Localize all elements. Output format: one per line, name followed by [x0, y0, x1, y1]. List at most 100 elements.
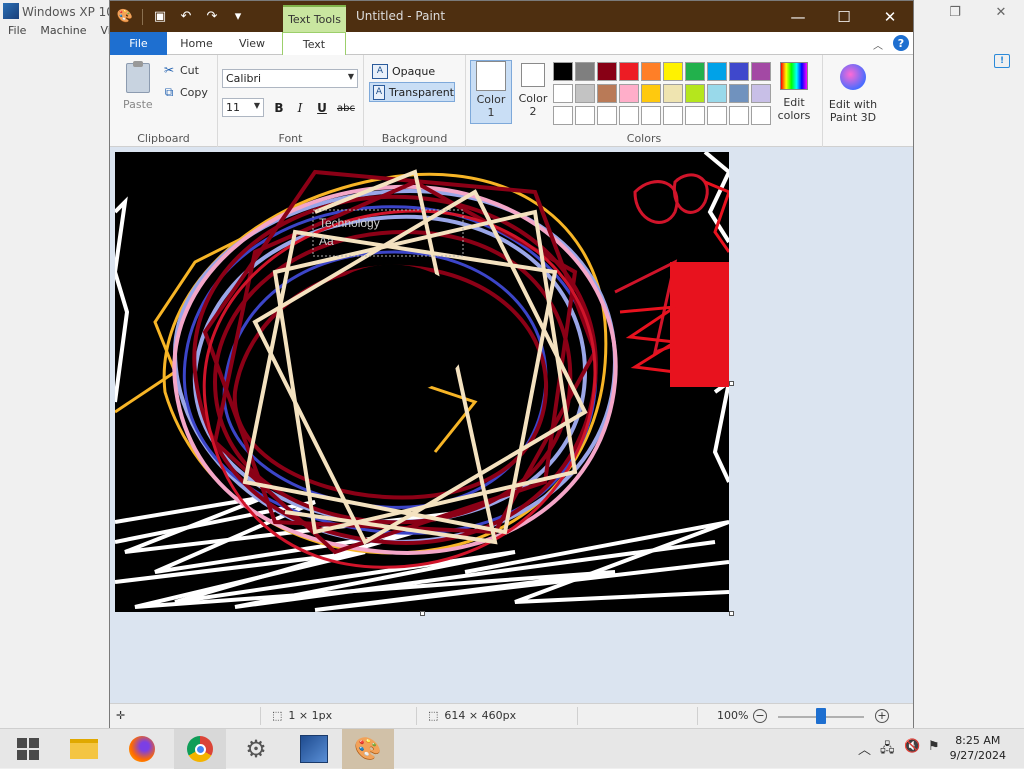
tab-file[interactable]: File: [110, 32, 167, 55]
clock-time: 8:25 AM: [955, 734, 1001, 747]
palette-color-swatch[interactable]: [553, 84, 573, 103]
paint3d-line2: Paint 3D: [829, 111, 877, 124]
tab-text[interactable]: Text: [282, 32, 346, 56]
status-separator: [697, 707, 698, 725]
undo-icon[interactable]: ↶: [177, 8, 195, 26]
color2-label-line2: 2: [529, 105, 537, 118]
clipboard-group: Paste ✂ Cut ⧉ Copy Clipboard: [110, 55, 218, 147]
resize-handle-bottom[interactable]: [420, 611, 425, 616]
maximize-icon[interactable]: ☐: [821, 1, 867, 32]
cut-label: Cut: [180, 63, 199, 77]
zoom-in-button[interactable]: +: [875, 709, 889, 723]
collapse-ribbon-icon[interactable]: ︿: [873, 37, 883, 52]
customize-qat-icon[interactable]: ▾: [229, 8, 247, 26]
palette-color-swatch[interactable]: [597, 106, 617, 125]
close-icon[interactable]: ✕: [867, 1, 913, 32]
palette-color-swatch[interactable]: [707, 84, 727, 103]
paint-app-icon[interactable]: 🎨: [116, 8, 134, 26]
palette-color-swatch[interactable]: [575, 84, 595, 103]
palette-color-swatch[interactable]: [619, 84, 639, 103]
redo-icon[interactable]: ↷: [203, 8, 221, 26]
palette-color-swatch[interactable]: [729, 84, 749, 103]
chrome-icon: [187, 736, 213, 762]
color1-button[interactable]: Color 1: [470, 60, 512, 124]
edit-with-paint3d-button[interactable]: Edit with Paint 3D: [823, 62, 883, 124]
copy-label: Copy: [180, 85, 208, 99]
palette-color-swatch[interactable]: [685, 62, 705, 81]
palette-color-swatch[interactable]: [685, 106, 705, 125]
palette-color-swatch[interactable]: [729, 106, 749, 125]
status-bar: ✛ ⬚ 1 × 1px ⬚ 614 × 460px 100% − +: [110, 703, 913, 728]
start-button[interactable]: [2, 729, 54, 769]
paint-window: 🎨 ▣ ↶ ↷ ▾ Text Tools Untitled - Paint — …: [109, 0, 914, 728]
opaque-option[interactable]: A Opaque: [369, 61, 455, 81]
font-size-select[interactable]: 11 ▼: [222, 98, 264, 117]
zoom-out-button[interactable]: −: [753, 709, 767, 723]
palette-color-swatch[interactable]: [707, 62, 727, 81]
tab-view[interactable]: View: [226, 32, 278, 55]
strikethrough-button[interactable]: abc: [334, 99, 358, 117]
palette-color-swatch[interactable]: [553, 106, 573, 125]
taskbar-settings[interactable]: ⚙: [230, 729, 282, 769]
palette-color-swatch[interactable]: [663, 62, 683, 81]
virtualbox-window-controls: ❐ ✕: [932, 0, 1024, 24]
tab-home[interactable]: Home: [168, 32, 225, 55]
palette-color-swatch[interactable]: [641, 106, 661, 125]
font-family-select[interactable]: Calibri ▼: [222, 69, 358, 88]
paste-button[interactable]: Paste: [123, 98, 153, 111]
volume-muted-icon[interactable]: 🔇: [904, 739, 920, 754]
drawing-canvas[interactable]: Technology Aa: [115, 152, 729, 612]
palette-color-swatch[interactable]: [729, 62, 749, 81]
canvas-text-line2[interactable]: Aa: [319, 234, 334, 248]
palette-color-swatch[interactable]: [597, 84, 617, 103]
palette-color-swatch[interactable]: [575, 62, 595, 81]
cut-button[interactable]: ✂ Cut: [162, 63, 199, 77]
help-icon[interactable]: ?: [893, 35, 909, 51]
palette-color-swatch[interactable]: [663, 84, 683, 103]
color2-swatch: [521, 63, 545, 87]
palette-color-swatch[interactable]: [663, 106, 683, 125]
network-icon[interactable]: 🖧: [880, 739, 895, 761]
taskbar-virtualbox[interactable]: [288, 729, 340, 769]
transparent-option[interactable]: A Transparent: [369, 82, 455, 102]
zoom-slider-thumb[interactable]: [816, 708, 826, 724]
palette-color-swatch[interactable]: [619, 106, 639, 125]
resize-handle-corner[interactable]: [729, 611, 734, 616]
color2-button[interactable]: Color 2: [512, 60, 554, 124]
bold-button[interactable]: B: [270, 99, 288, 117]
notification-flag-icon[interactable]: ⚑: [928, 739, 940, 754]
taskbar-chrome[interactable]: [174, 729, 226, 769]
save-icon[interactable]: ▣: [151, 8, 169, 26]
canvas-text-line1[interactable]: Technology: [319, 216, 380, 230]
minimize-icon[interactable]: —: [775, 1, 821, 32]
taskbar-paint[interactable]: 🎨: [342, 729, 394, 769]
edit-colors-button[interactable]: Edit colors: [777, 62, 811, 122]
menu-machine[interactable]: Machine: [40, 24, 86, 42]
restore-icon[interactable]: ❐: [932, 0, 978, 24]
close-icon[interactable]: ✕: [978, 0, 1024, 24]
palette-color-swatch[interactable]: [641, 62, 661, 81]
italic-button[interactable]: I: [291, 99, 309, 117]
copy-button[interactable]: ⧉ Copy: [162, 85, 208, 99]
palette-color-swatch[interactable]: [751, 84, 771, 103]
palette-color-swatch[interactable]: [751, 106, 771, 125]
palette-color-swatch[interactable]: [707, 106, 727, 125]
palette-color-swatch[interactable]: [553, 62, 573, 81]
paste-icon[interactable]: [126, 61, 150, 93]
menu-file[interactable]: File: [8, 24, 26, 42]
notification-icon[interactable]: !: [994, 54, 1010, 68]
palette-color-swatch[interactable]: [619, 62, 639, 81]
color1-label-line1: Color: [476, 93, 506, 106]
palette-color-swatch[interactable]: [751, 62, 771, 81]
palette-color-swatch[interactable]: [685, 84, 705, 103]
palette-color-swatch[interactable]: [575, 106, 595, 125]
underline-button[interactable]: U: [313, 99, 331, 117]
taskbar-file-explorer[interactable]: [58, 729, 110, 769]
show-hidden-icons[interactable]: ︿: [858, 739, 871, 758]
resize-handle-right[interactable]: [729, 381, 734, 386]
taskbar-firefox[interactable]: [116, 729, 168, 769]
virtualbox-menubar: File Machine Vie: [0, 24, 118, 42]
taskbar-clock[interactable]: 8:25 AM 9/27/2024: [950, 733, 1006, 763]
palette-color-swatch[interactable]: [641, 84, 661, 103]
palette-color-swatch[interactable]: [597, 62, 617, 81]
